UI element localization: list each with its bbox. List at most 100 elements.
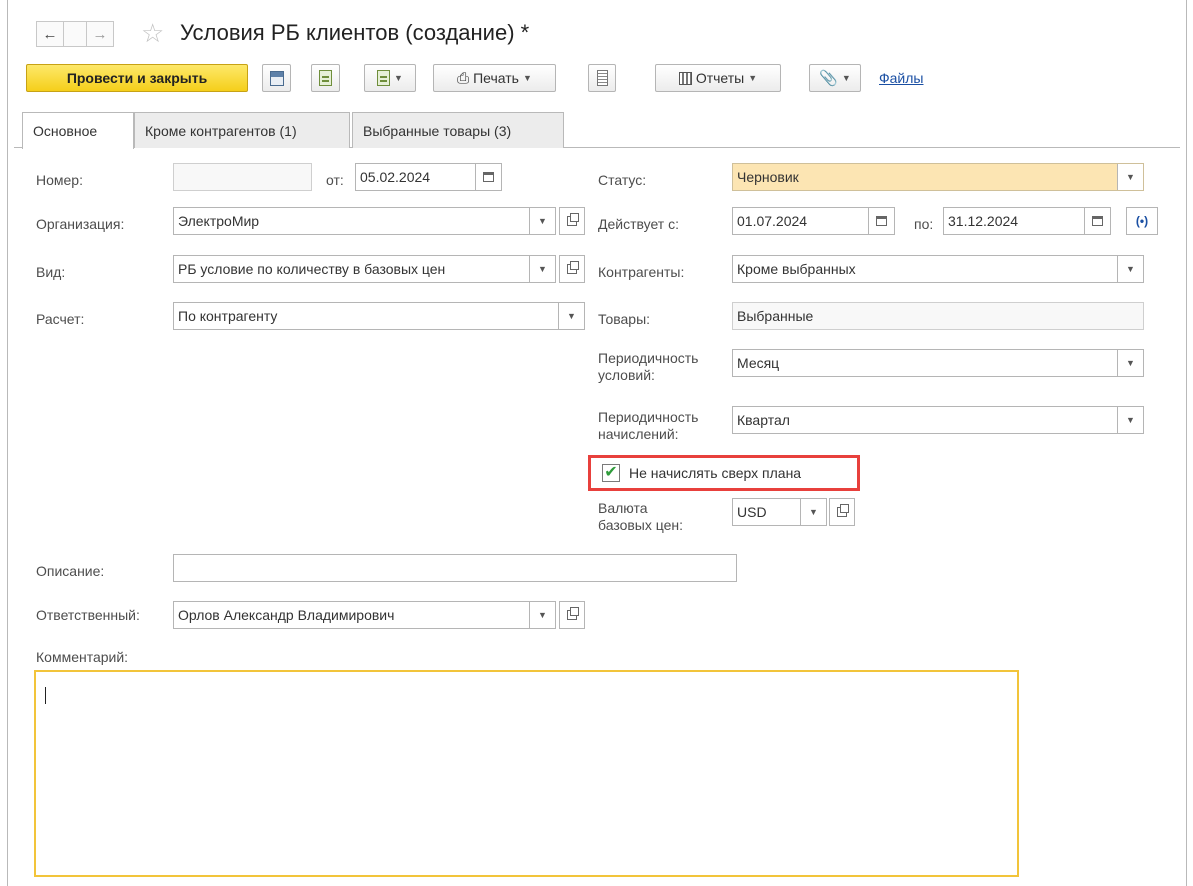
dropdown-icon[interactable]: ▼ (1117, 350, 1143, 376)
kind-field[interactable]: РБ условие по количеству в базовых цен ▼ (173, 255, 556, 283)
valid-from-field[interactable]: 01.07.2024 (732, 207, 895, 235)
calendar-button[interactable] (868, 208, 894, 234)
list-icon (596, 70, 608, 86)
calendar-icon (483, 172, 494, 182)
nav-divider (64, 21, 86, 47)
reports-icon (678, 71, 692, 85)
open-kind-button[interactable] (559, 255, 585, 283)
create-based-on-button[interactable]: ▼ (364, 64, 416, 92)
open-icon (837, 504, 849, 517)
description-label: Описание: (36, 563, 105, 579)
comment-textarea[interactable] (34, 670, 1019, 877)
checkmark-icon: ✔ (604, 464, 618, 481)
organization-label: Организация: (36, 216, 125, 232)
description-field[interactable] (173, 554, 737, 582)
dropdown-icon[interactable]: ▼ (529, 208, 555, 234)
tab-except-counterparties[interactable]: Кроме контрагентов (1) (134, 112, 350, 148)
dropdown-icon[interactable]: ▼ (1117, 164, 1143, 190)
period-accr-label-1: Периодичность (598, 409, 699, 425)
counterparties-label: Контрагенты: (598, 264, 685, 280)
valid-to-field[interactable]: 31.12.2024 (943, 207, 1111, 235)
valid-from-value: 01.07.2024 (737, 213, 808, 229)
valid-to-label: по: (914, 216, 934, 232)
period-conditions-field[interactable]: Месяц ▼ (732, 349, 1144, 377)
post-and-close-button[interactable]: Провести и закрыть (26, 64, 248, 92)
list-button[interactable] (588, 64, 616, 92)
goods-label: Товары: (598, 311, 651, 327)
currency-value: USD (737, 504, 767, 520)
period-cond-label-2: условий: (598, 367, 655, 383)
forward-arrow-icon: → (92, 25, 108, 43)
number-field[interactable] (173, 163, 312, 191)
currency-field[interactable]: USD ▼ (732, 498, 827, 526)
chevron-down-icon: ▼ (394, 73, 403, 83)
print-label: Печать (473, 70, 519, 86)
status-field[interactable]: Черновик ▼ (732, 163, 1144, 191)
attachment-icon: 📎 (819, 70, 838, 87)
open-icon (567, 213, 579, 226)
sync-button[interactable]: (•) (1126, 207, 1158, 235)
window-title: Условия РБ клиентов (создание) * (180, 20, 530, 45)
comment-label: Комментарий: (36, 649, 129, 665)
period-cond-label-1: Периодичность (598, 350, 699, 366)
open-icon (567, 261, 579, 274)
post-button[interactable] (311, 64, 340, 92)
attachments-button[interactable]: 📎 ▼ (809, 64, 861, 92)
responsible-value: Орлов Александр Владимирович (178, 607, 395, 623)
dropdown-icon[interactable]: ▼ (1117, 407, 1143, 433)
open-organization-button[interactable] (559, 207, 585, 235)
calendar-button[interactable] (475, 164, 501, 190)
dropdown-icon[interactable]: ▼ (1117, 256, 1143, 282)
printer-icon: ⎙ (457, 69, 470, 87)
tab-main[interactable]: Основное (22, 112, 134, 149)
dropdown-icon[interactable]: ▼ (529, 602, 555, 628)
open-responsible-button[interactable] (559, 601, 585, 629)
files-link[interactable]: Файлы (879, 70, 923, 86)
calendar-button[interactable] (1084, 208, 1110, 234)
date-from-field[interactable]: 05.02.2024 (355, 163, 502, 191)
sync-icon: (•) (1135, 214, 1149, 228)
no-over-plan-checkbox[interactable]: ✔ (602, 464, 620, 482)
open-icon (567, 607, 579, 620)
dropdown-icon[interactable]: ▼ (800, 499, 826, 525)
number-label: Номер: (36, 172, 83, 188)
currency-label-2: базовых цен: (598, 517, 684, 533)
open-currency-button[interactable] (829, 498, 855, 526)
no-over-plan-label[interactable]: Не начислять сверх плана (629, 465, 801, 481)
save-button[interactable] (262, 64, 291, 92)
calc-field[interactable]: По контрагенту ▼ (173, 302, 585, 330)
organization-value: ЭлектроМир (178, 213, 260, 229)
text-cursor (45, 687, 46, 704)
period-accr-label-2: начислений: (598, 426, 679, 442)
calendar-icon (1092, 216, 1103, 226)
reports-label: Отчеты (695, 70, 745, 86)
status-label: Статус: (598, 172, 647, 188)
favorite-star-icon[interactable]: ☆ (141, 18, 164, 48)
kind-value: РБ условие по количеству в базовых цен (178, 261, 446, 277)
print-button[interactable]: ⎙ Печать ▼ (433, 64, 556, 92)
chevron-down-icon: ▼ (841, 73, 851, 83)
chevron-down-icon: ▼ (522, 73, 532, 83)
from-label: от: (326, 172, 344, 188)
counterparties-field[interactable]: Кроме выбранных ▼ (732, 255, 1144, 283)
period-accruals-field[interactable]: Квартал ▼ (732, 406, 1144, 434)
calendar-icon (876, 216, 887, 226)
responsible-field[interactable]: Орлов Александр Владимирович ▼ (173, 601, 556, 629)
highlight-box: ✔ Не начислять сверх плана (588, 455, 860, 491)
organization-field[interactable]: ЭлектроМир ▼ (173, 207, 556, 235)
period-conditions-value: Месяц (737, 355, 780, 371)
dropdown-icon[interactable]: ▼ (529, 256, 555, 282)
kind-label: Вид: (36, 264, 66, 280)
create-based-on-icon (377, 70, 391, 86)
responsible-label: Ответственный: (36, 607, 140, 623)
tab-selected-goods[interactable]: Выбранные товары (3) (352, 112, 564, 148)
back-arrow-icon: ← (42, 25, 58, 43)
goods-field: Выбранные (732, 302, 1144, 330)
save-icon (269, 70, 284, 86)
reports-button[interactable]: Отчеты ▼ (655, 64, 781, 92)
chevron-down-icon: ▼ (748, 73, 758, 83)
back-button[interactable]: ← (36, 21, 64, 47)
status-value: Черновик (737, 169, 799, 185)
dropdown-icon[interactable]: ▼ (558, 303, 584, 329)
forward-button[interactable]: → (86, 21, 114, 47)
